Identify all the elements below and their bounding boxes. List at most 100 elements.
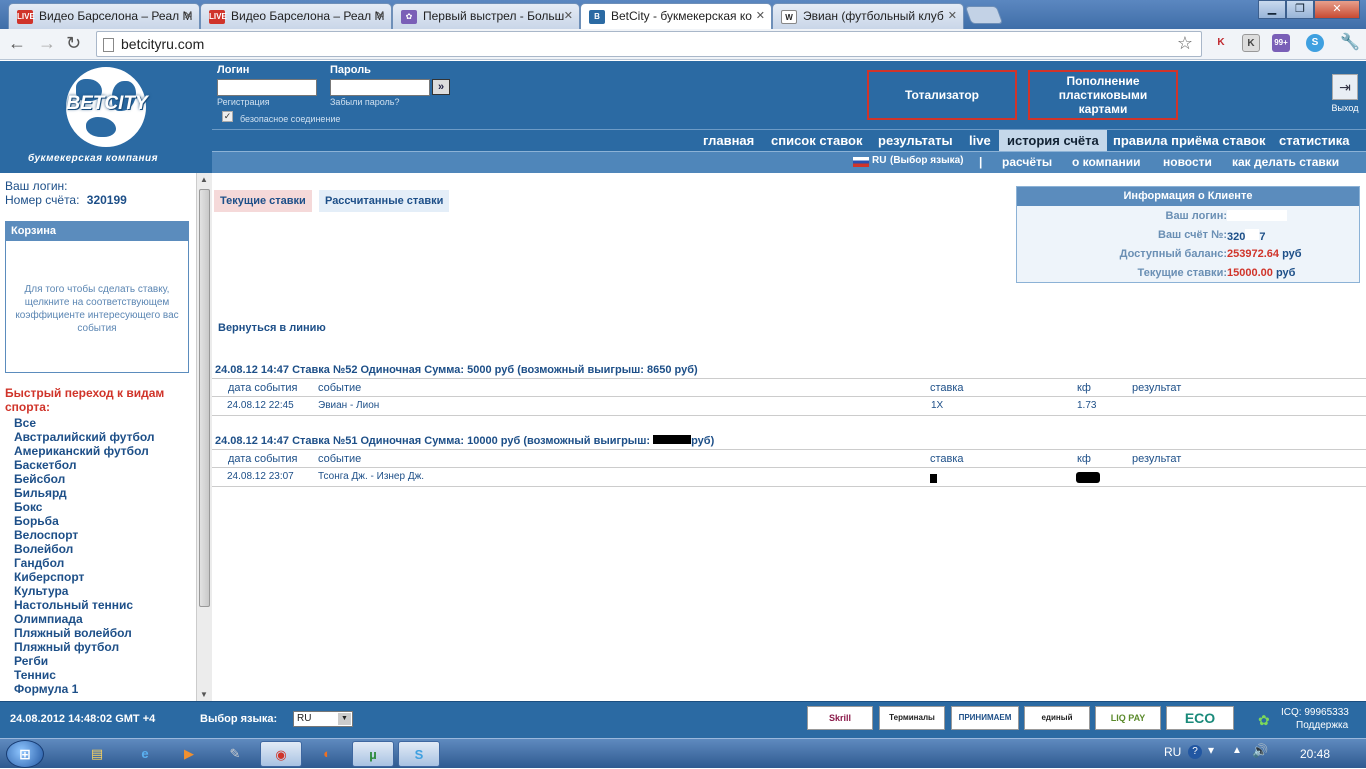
sport-link[interactable]: Велоспорт bbox=[14, 528, 78, 542]
volume-icon[interactable]: 🔊 bbox=[1252, 743, 1268, 759]
skrill-logo[interactable]: Skrill moneybookers bbox=[807, 706, 873, 730]
menu-statistics[interactable]: статистика bbox=[1279, 133, 1350, 148]
sport-link[interactable]: Регби bbox=[14, 654, 48, 668]
sport-link[interactable]: Все bbox=[14, 416, 36, 430]
k-box-extension-icon[interactable]: K bbox=[1242, 34, 1260, 52]
sport-link[interactable]: Формула 1 bbox=[14, 682, 78, 696]
reload-icon[interactable]: ↻ bbox=[66, 33, 81, 54]
tab-calculated-bets[interactable]: Рассчитанные ставки bbox=[319, 190, 450, 212]
ie-taskbar-icon[interactable]: e bbox=[124, 741, 166, 767]
sport-link[interactable]: Пляжный футбол bbox=[14, 640, 119, 654]
browser-tab[interactable]: ✿ Первый выстрел - Больш ✕ bbox=[392, 3, 580, 29]
menu-live[interactable]: live bbox=[969, 133, 991, 148]
sport-link[interactable]: Волейбол bbox=[14, 542, 73, 556]
sport-link[interactable]: Бокс bbox=[14, 500, 42, 514]
support-link[interactable]: Поддержка bbox=[1296, 720, 1348, 731]
sport-link[interactable]: Олимпиада bbox=[14, 612, 83, 626]
totalizator-button[interactable]: Тотализатор bbox=[867, 70, 1017, 120]
login-submit-button[interactable]: » bbox=[432, 79, 450, 95]
k-extension-icon[interactable]: K bbox=[1212, 34, 1230, 52]
close-tab-icon[interactable]: ✕ bbox=[184, 9, 193, 22]
menu-news[interactable]: новости bbox=[1163, 155, 1212, 169]
sport-link[interactable]: Культура bbox=[14, 584, 68, 598]
media-player-taskbar-icon[interactable]: ▶ bbox=[168, 741, 210, 767]
sport-link[interactable]: Борьба bbox=[14, 514, 59, 528]
wrench-menu-icon[interactable]: 🔧 bbox=[1340, 34, 1360, 52]
sport-link[interactable]: Пляжный волейбол bbox=[14, 626, 132, 640]
language-choice[interactable]: (Выбор языка) bbox=[890, 155, 964, 166]
sport-link[interactable]: Настольный теннис bbox=[14, 598, 133, 612]
chevron-up-icon[interactable]: ▲ bbox=[1232, 745, 1242, 756]
sport-link[interactable]: Баскетбол bbox=[14, 458, 76, 472]
close-tab-icon[interactable]: ✕ bbox=[564, 9, 573, 22]
menu-account-history[interactable]: история счёта bbox=[999, 130, 1107, 151]
scroll-down-icon[interactable]: ▼ bbox=[200, 690, 208, 699]
bookmark-star-icon[interactable]: ☆ bbox=[1177, 33, 1193, 54]
menu-home[interactable]: главная bbox=[703, 133, 754, 148]
sport-link[interactable]: Австралийский футбол bbox=[14, 430, 155, 444]
login-input[interactable] bbox=[217, 79, 317, 96]
menu-how-to-bet[interactable]: как делать ставки bbox=[1232, 155, 1339, 169]
skype-extension-icon[interactable]: S bbox=[1306, 34, 1324, 52]
forgot-password-link[interactable]: Забыли пароль? bbox=[330, 97, 399, 107]
chrome-taskbar-icon[interactable]: ◉ bbox=[260, 741, 302, 767]
sport-link[interactable]: Бейсбол bbox=[14, 472, 65, 486]
terminals-logo[interactable]: Терминалы России bbox=[879, 706, 945, 730]
back-to-line-link[interactable]: Вернуться в линию bbox=[218, 322, 326, 334]
explorer-taskbar-icon[interactable]: ▤ bbox=[76, 741, 118, 767]
chevron-down-icon[interactable]: ▾ bbox=[1208, 743, 1214, 757]
icq-number[interactable]: ICQ: 99965333 bbox=[1281, 707, 1349, 718]
sport-link[interactable]: Американский футбол bbox=[14, 444, 149, 458]
sidebar-scrollbar[interactable]: ▲ ▼ bbox=[196, 173, 212, 701]
tray-language[interactable]: RU bbox=[1164, 745, 1181, 759]
scroll-up-icon[interactable]: ▲ bbox=[200, 175, 208, 184]
address-bar[interactable]: betcityru.com ☆ bbox=[96, 31, 1202, 57]
language-select[interactable]: RU ▼ bbox=[293, 711, 353, 727]
menu-rules[interactable]: правила приёма ставок bbox=[1113, 133, 1266, 148]
menu-results[interactable]: результаты bbox=[878, 133, 953, 148]
live-favicon-icon: LIVE bbox=[209, 10, 227, 24]
back-arrow-icon[interactable]: ← bbox=[8, 33, 26, 54]
maximize-icon[interactable]: ❐ bbox=[1286, 0, 1314, 19]
tab-current-bets[interactable]: Текущие ставки bbox=[214, 190, 312, 212]
eco-logo[interactable]: ECO bbox=[1166, 706, 1234, 730]
skype-taskbar-icon[interactable]: S bbox=[398, 741, 440, 767]
tray-clock[interactable]: 20:48 bbox=[1300, 747, 1330, 761]
menu-settlements[interactable]: расчёты bbox=[1002, 155, 1052, 169]
scrollbar-thumb[interactable] bbox=[199, 189, 210, 607]
minimize-icon[interactable]: ▁ bbox=[1258, 0, 1286, 19]
forward-arrow-icon[interactable]: → bbox=[38, 33, 56, 54]
card-topup-button[interactable]: Пополнение пластиковыми картами bbox=[1028, 70, 1178, 120]
browser-tab-active[interactable]: B BetCity - букмекерская ко ✕ bbox=[580, 3, 772, 29]
single-wallet-logo[interactable]: единый кошелек bbox=[1024, 706, 1090, 730]
start-button[interactable]: ⊞ bbox=[6, 740, 44, 768]
liqpay-logo[interactable]: LIQ PAY bbox=[1095, 706, 1161, 730]
sport-link[interactable]: Гандбол bbox=[14, 556, 64, 570]
close-tab-icon[interactable]: ✕ bbox=[948, 9, 957, 22]
new-tab-button[interactable] bbox=[964, 6, 1004, 24]
sport-link[interactable]: Бильярд bbox=[14, 486, 67, 500]
language-code[interactable]: RU bbox=[872, 155, 886, 166]
betcity-logo[interactable]: BETCITY букмекерская компания bbox=[0, 61, 212, 173]
secure-connection-checkbox[interactable]: ✓ bbox=[222, 111, 233, 122]
browser-tab[interactable]: LIVE Видео Барселона – Реал М ✕ bbox=[8, 3, 200, 29]
close-tab-icon[interactable]: ✕ bbox=[756, 9, 765, 22]
window-close-icon[interactable]: ✕ bbox=[1314, 0, 1360, 19]
menu-about[interactable]: о компании bbox=[1072, 155, 1140, 169]
help-icon[interactable]: ? bbox=[1188, 745, 1202, 759]
webmoney-logo[interactable]: ПРИНИМАЕМ WebMoney bbox=[951, 706, 1019, 730]
flower-extension-icon[interactable]: 99+ bbox=[1272, 34, 1290, 52]
browser-tab[interactable]: W Эвиан (футбольный клуб ✕ bbox=[772, 3, 964, 29]
utorrent-taskbar-icon[interactable]: µ bbox=[352, 741, 394, 767]
sport-link[interactable]: Теннис bbox=[14, 668, 56, 682]
register-link[interactable]: Регистрация bbox=[217, 97, 270, 107]
tool-taskbar-icon[interactable]: ✎ bbox=[214, 741, 256, 767]
sport-link[interactable]: Киберспорт bbox=[14, 570, 84, 584]
password-input[interactable] bbox=[330, 79, 430, 96]
exit-button[interactable]: ⇥ Выход bbox=[1330, 74, 1360, 122]
firefox-taskbar-icon[interactable]: ◐ bbox=[306, 741, 348, 767]
menu-bets-list[interactable]: список ставок bbox=[771, 133, 862, 148]
close-tab-icon[interactable]: ✕ bbox=[376, 9, 385, 22]
browser-tab[interactable]: LIVE Видео Барселона – Реал М ✕ bbox=[200, 3, 392, 29]
basket-title: Корзина bbox=[6, 222, 188, 241]
